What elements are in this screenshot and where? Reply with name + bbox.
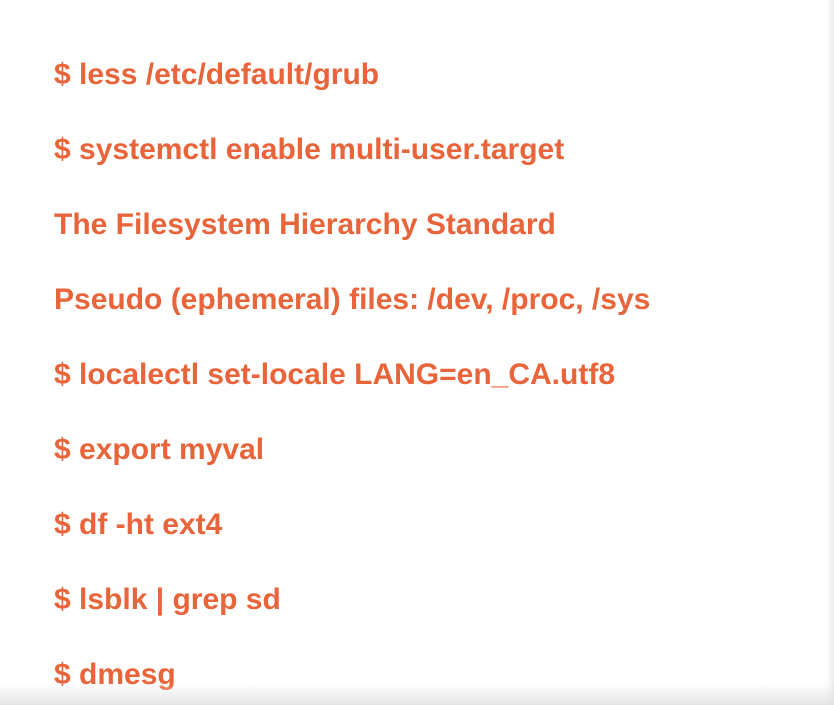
text-line-pseudo-files: Pseudo (ephemeral) files: /dev, /proc, /… <box>54 283 651 316</box>
command-line-df: $ df -ht ext4 <box>54 508 223 541</box>
command-line-systemctl-enable: $ systemctl enable multi-user.target <box>54 133 565 166</box>
command-line-less-grub: $ less /etc/default/grub <box>54 58 380 91</box>
command-line-lsblk: $ lsblk | grep sd <box>54 583 281 616</box>
slide: $ less /etc/default/grub $ systemctl ena… <box>0 0 834 705</box>
text-line-fhs: The Filesystem Hierarchy Standard <box>54 208 556 241</box>
bottom-edge-shade <box>0 683 834 705</box>
command-line-localectl: $ localectl set-locale LANG=en_CA.utf8 <box>54 358 616 391</box>
command-line-export: $ export myval <box>54 433 265 466</box>
right-edge-shade <box>826 0 834 705</box>
